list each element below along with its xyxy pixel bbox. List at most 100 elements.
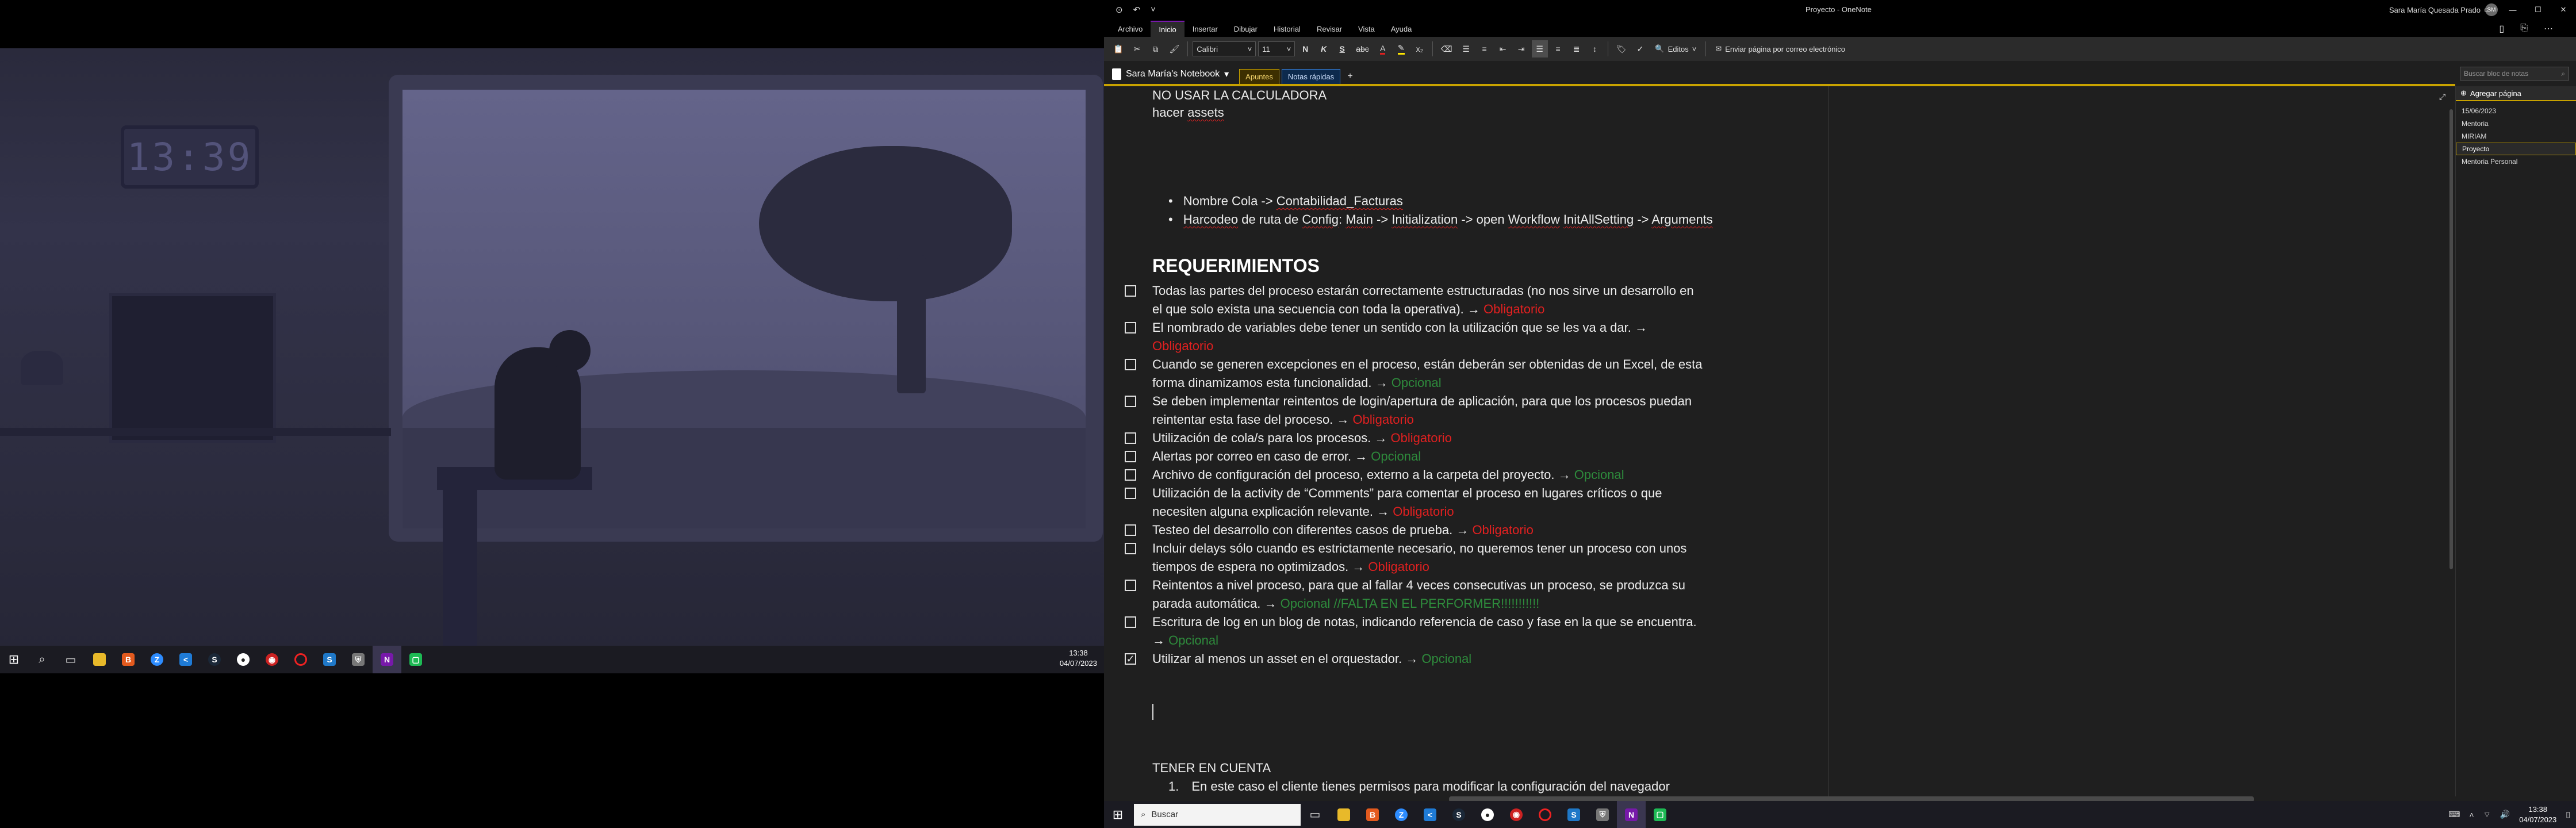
todo-checkbox[interactable]	[1125, 580, 1136, 591]
volume-icon[interactable]: 🔊	[2500, 810, 2510, 819]
copy-icon[interactable]: ⧉	[1147, 40, 1163, 57]
task-view-icon[interactable]: ▭	[56, 646, 85, 673]
search-icon[interactable]: ⌕	[28, 646, 56, 673]
tab-ayuda[interactable]: Ayuda	[1383, 21, 1420, 37]
todo-item-continued[interactable]: tiempos de espera no optimizados. → Obli…	[1152, 558, 1429, 576]
list-item[interactable]: • Harcodeo de ruta de Config: Main -> Ini…	[1168, 210, 1713, 229]
align-left-icon[interactable]: ☰	[1531, 40, 1548, 57]
paste-icon[interactable]: 📋	[1110, 40, 1126, 57]
add-page-button[interactable]: ⊕ Agregar página	[2456, 86, 2576, 101]
keyboard-icon[interactable]: ⌨	[2448, 810, 2460, 819]
ribbon-display-icon[interactable]: ▭	[2475, 0, 2500, 20]
spell-check-icon[interactable]: ✓	[1632, 40, 1648, 57]
todo-checkbox[interactable]	[1125, 451, 1136, 462]
page-item-selected[interactable]: Proyecto	[2456, 143, 2576, 155]
notebook-selector[interactable]: Sara María's Notebook ▾	[1112, 64, 1229, 84]
todo-checkbox[interactable]	[1125, 432, 1136, 444]
chat-icon[interactable]: ◉	[1502, 801, 1531, 828]
show-hidden-icons-icon[interactable]: ˄	[2469, 810, 2474, 819]
uipath-studio-icon[interactable]: S	[315, 646, 344, 673]
page-item[interactable]: MIRIAM	[2456, 130, 2576, 143]
list-item[interactable]: • Nombre Cola -> Contabilidad_Facturas	[1168, 192, 1403, 210]
todo-item-continued[interactable]: necesiten alguna explicación relevante. …	[1152, 503, 1454, 521]
tab-vista[interactable]: Vista	[1350, 21, 1383, 37]
todo-item[interactable]: Escritura de log en un blog de notas, in…	[1125, 613, 1697, 631]
page-canvas[interactable]: NO USAR LA CALCULADORA hacer assets • Nom…	[1104, 86, 2444, 796]
vscode-icon[interactable]: <	[171, 646, 200, 673]
steam-icon[interactable]: S	[1444, 801, 1473, 828]
file-explorer-icon[interactable]	[1329, 801, 1358, 828]
todo-checkbox[interactable]	[1125, 543, 1136, 554]
todo-item-continued[interactable]: Obligatorio	[1152, 337, 1213, 355]
zoom-icon[interactable]: Z	[1387, 801, 1416, 828]
green-app-icon[interactable]: ▢	[1646, 801, 1674, 828]
todo-item-continued[interactable]: → Opcional	[1152, 631, 1218, 650]
chat-icon[interactable]: ◉	[258, 646, 286, 673]
todo-item[interactable]: El nombrado de variables debe tener un s…	[1125, 319, 1647, 337]
todo-item-checked[interactable]: ✓ Utilizar al menos un asset en el orque…	[1125, 650, 1471, 668]
align-center-icon[interactable]: ≡	[1550, 40, 1566, 57]
left-taskbar-clock[interactable]: 13:38 04/07/2023	[1060, 648, 1097, 669]
note-line[interactable]: hacer assets	[1152, 103, 1224, 122]
brave-browser-icon[interactable]: B	[114, 646, 143, 673]
font-color-icon[interactable]: A	[1375, 40, 1391, 57]
page-item[interactable]: Mentoria Personal	[2456, 155, 2576, 168]
bullet-list-icon[interactable]: ☰	[1458, 40, 1474, 57]
font-name-select[interactable]: Calibri ˅	[1193, 41, 1256, 56]
note-line[interactable]: NO USAR LA CALCULADORA	[1152, 86, 1327, 105]
todo-checkbox[interactable]	[1125, 285, 1136, 297]
todo-item[interactable]: Se deben implementar reintentos de login…	[1125, 392, 1692, 411]
todo-item[interactable]: Testeo del desarrollo con diferentes cas…	[1125, 521, 1534, 539]
todo-item[interactable]: Utilización de cola/s para los procesos.…	[1125, 429, 1452, 447]
section-heading[interactable]: REQUERIMIENTOS	[1152, 256, 1320, 275]
onenote-icon[interactable]: N	[1617, 800, 1646, 828]
font-size-select[interactable]: 11 ˅	[1258, 41, 1295, 56]
notification-icon[interactable]: ▯	[2566, 810, 2570, 819]
brave-browser-icon[interactable]: B	[1358, 801, 1387, 828]
file-explorer-icon[interactable]	[85, 646, 114, 673]
todo-item[interactable]: Archivo de configuración del proceso, ex…	[1125, 466, 1624, 484]
section-tab-apuntes[interactable]: Apuntes	[1239, 69, 1279, 84]
email-page-button[interactable]: ✉ Enviar página por correo electrónico	[1711, 40, 1850, 57]
notifications-icon[interactable]: ▯	[2499, 23, 2504, 34]
todo-item[interactable]: Incluir delays sólo cuando es estrictame…	[1125, 539, 1686, 558]
numbered-list-icon[interactable]: ≡	[1477, 40, 1493, 57]
more-options-icon[interactable]: ⋯	[2544, 23, 2553, 34]
todo-checkbox[interactable]	[1125, 359, 1136, 370]
back-icon[interactable]: ⊙	[1116, 5, 1123, 15]
decrease-indent-icon[interactable]: ⇤	[1495, 40, 1511, 57]
close-icon[interactable]: ✕	[2551, 0, 2576, 20]
tab-insertar[interactable]: Insertar	[1184, 21, 1226, 37]
align-right-icon[interactable]: ≣	[1569, 40, 1585, 57]
steam-icon[interactable]: S	[200, 646, 229, 673]
undo-icon[interactable]: ↶	[1133, 5, 1141, 15]
todo-checkbox[interactable]	[1125, 322, 1136, 334]
onenote-icon[interactable]: N	[373, 646, 401, 673]
tag-icon[interactable]: 🏷	[1613, 40, 1630, 57]
bold-button[interactable]: N	[1297, 40, 1313, 57]
scrollbar-thumb[interactable]	[2450, 109, 2453, 569]
uipath-studio-icon[interactable]: S	[1559, 801, 1588, 828]
add-section-icon[interactable]: +	[1343, 69, 1358, 84]
zoom-icon[interactable]: Z	[143, 646, 171, 673]
todo-item-continued[interactable]: forma dinamizamos esta funcionalidad. → …	[1152, 374, 1442, 392]
shield-icon[interactable]: ⛨	[1588, 801, 1617, 828]
shield-icon[interactable]: ⛨	[344, 646, 373, 673]
quick-access-dropdown-icon[interactable]: ˅	[1151, 5, 1156, 15]
section-heading[interactable]: TENER EN CUENTA	[1152, 759, 1271, 777]
tab-revisar[interactable]: Revisar	[1309, 21, 1350, 37]
todo-checkbox[interactable]	[1125, 396, 1136, 407]
page-item[interactable]: Mentoria	[2456, 117, 2576, 130]
editing-menu-button[interactable]: 🔍 Editos ˅	[1650, 40, 1701, 57]
strikethrough-button[interactable]: abc	[1352, 40, 1373, 57]
line-spacing-icon[interactable]: ↕	[1587, 40, 1603, 57]
network-icon[interactable]: ⌔	[2483, 810, 2491, 820]
section-tab-notas-rapidas[interactable]: Notas rápidas	[1281, 69, 1341, 84]
checked-checkbox-icon[interactable]: ✓	[1125, 653, 1136, 665]
format-painter-icon[interactable]: 🖌	[1166, 40, 1183, 57]
todo-checkbox[interactable]	[1125, 524, 1136, 536]
maximize-icon[interactable]: ☐	[2525, 0, 2551, 20]
todo-checkbox[interactable]	[1125, 488, 1136, 499]
highlight-icon[interactable]: ✎	[1393, 40, 1409, 57]
todo-item-continued[interactable]: parada automática. → Opcional //FALTA EN…	[1152, 595, 1539, 613]
